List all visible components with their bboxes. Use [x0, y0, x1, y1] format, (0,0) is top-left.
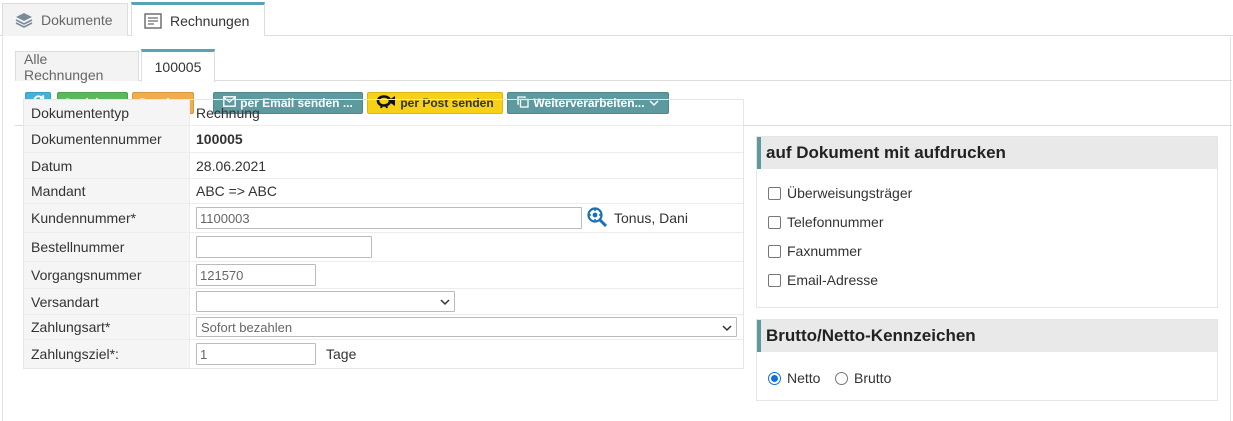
payment-term-input[interactable]	[196, 343, 316, 365]
document-type-label: Dokumententyp	[24, 100, 190, 125]
payment-method-label: Zahlungsart*	[24, 315, 190, 339]
customer-search-icon[interactable]	[586, 206, 608, 231]
client-label: Mandant	[24, 179, 190, 203]
order-number-input[interactable]	[196, 236, 372, 258]
shipping-method-label: Versandart	[24, 289, 190, 314]
print-options-panel: auf Dokument mit aufdrucken Überweisungs…	[756, 136, 1218, 308]
process-number-label: Vorgangsnummer	[24, 262, 190, 288]
document-number-label: Dokumentennummer	[24, 126, 190, 152]
payment-method-select[interactable]: Sofort bezahlen	[196, 317, 737, 337]
tab-invoice-100005[interactable]: 100005	[141, 49, 215, 82]
shipping-method-select[interactable]	[196, 291, 455, 312]
phone-number-label: Telefonnummer	[787, 214, 884, 230]
process-number-input[interactable]	[196, 264, 316, 286]
tab-dokumente-label: Dokumente	[41, 12, 113, 28]
tab-rechnungen[interactable]: Rechnungen	[131, 2, 265, 36]
fax-number-label: Faxnummer	[787, 243, 862, 259]
chevron-down-icon	[722, 320, 732, 335]
payment-term-unit: Tage	[326, 346, 357, 362]
tab-alle-rechnungen[interactable]: Alle Rechnungen	[15, 51, 139, 83]
transfer-slip-checkbox[interactable]	[768, 186, 781, 200]
client-value: ABC => ABC	[196, 183, 277, 199]
tab-dokumente[interactable]: Dokumente	[2, 3, 128, 36]
option-netto[interactable]: Netto	[768, 370, 820, 386]
row-date: Datum 28.06.2021	[24, 153, 743, 179]
option-email-address[interactable]: Email-Adresse	[768, 272, 878, 288]
row-shipping-method: Versandart	[24, 289, 743, 315]
date-value: 28.06.2021	[196, 157, 267, 174]
brutto-label: Brutto	[854, 370, 892, 386]
payment-method-value: Sofort bezahlen	[201, 319, 293, 335]
sub-tab-bar: Alle Rechnungen 100005	[15, 47, 1232, 83]
chevron-down-icon	[440, 294, 450, 309]
order-number-label: Bestellnummer	[24, 233, 190, 261]
customer-number-input[interactable]	[196, 207, 582, 229]
print-options-title: auf Dokument mit aufdrucken	[757, 137, 1217, 169]
layers-icon	[15, 12, 33, 28]
document-number-value: 100005	[196, 131, 243, 147]
row-document-type: Dokumententyp Rechnung	[24, 100, 743, 126]
row-customer-number: Kundennummer* Tonus, Dani	[24, 204, 743, 233]
date-label: Datum	[24, 153, 190, 178]
option-fax-number[interactable]: Faxnummer	[768, 243, 862, 259]
invoice-form: Dokumententyp Rechnung Dokumentennummer …	[23, 99, 744, 369]
row-client: Mandant ABC => ABC	[24, 179, 743, 204]
customer-number-label: Kundennummer*	[24, 204, 190, 232]
row-order-number: Bestellnummer	[24, 233, 743, 262]
option-phone-number[interactable]: Telefonnummer	[768, 214, 884, 230]
option-brutto[interactable]: Brutto	[835, 370, 891, 386]
row-payment-term: Zahlungsziel*: Tage	[24, 340, 743, 368]
fax-number-checkbox[interactable]	[768, 244, 781, 258]
invoice-icon	[144, 12, 162, 29]
tab-rechnungen-label: Rechnungen	[170, 12, 250, 29]
brutto-radio[interactable]	[835, 371, 848, 385]
netto-radio[interactable]	[768, 371, 781, 385]
row-process-number: Vorgangsnummer	[24, 262, 743, 289]
email-address-checkbox[interactable]	[768, 273, 781, 287]
email-address-label: Email-Adresse	[787, 272, 879, 288]
phone-number-checkbox[interactable]	[768, 215, 781, 229]
gross-net-panel: Brutto/Netto-Kennzeichen Netto Brutto	[756, 319, 1218, 401]
transfer-slip-label: Überweisungsträger	[787, 185, 913, 201]
row-payment-method: Zahlungsart* Sofort bezahlen	[24, 315, 743, 340]
main-tab-bar: Dokumente Rechnungen	[0, 0, 1233, 36]
gross-net-title: Brutto/Netto-Kennzeichen	[757, 320, 1217, 352]
customer-name: Tonus, Dani	[614, 210, 688, 226]
netto-label: Netto	[787, 370, 821, 386]
option-transfer-slip[interactable]: Überweisungsträger	[768, 185, 912, 201]
row-document-number: Dokumentennummer 100005	[24, 126, 743, 153]
document-type-value: Rechnung	[196, 104, 260, 121]
payment-term-label: Zahlungsziel*:	[24, 340, 190, 368]
